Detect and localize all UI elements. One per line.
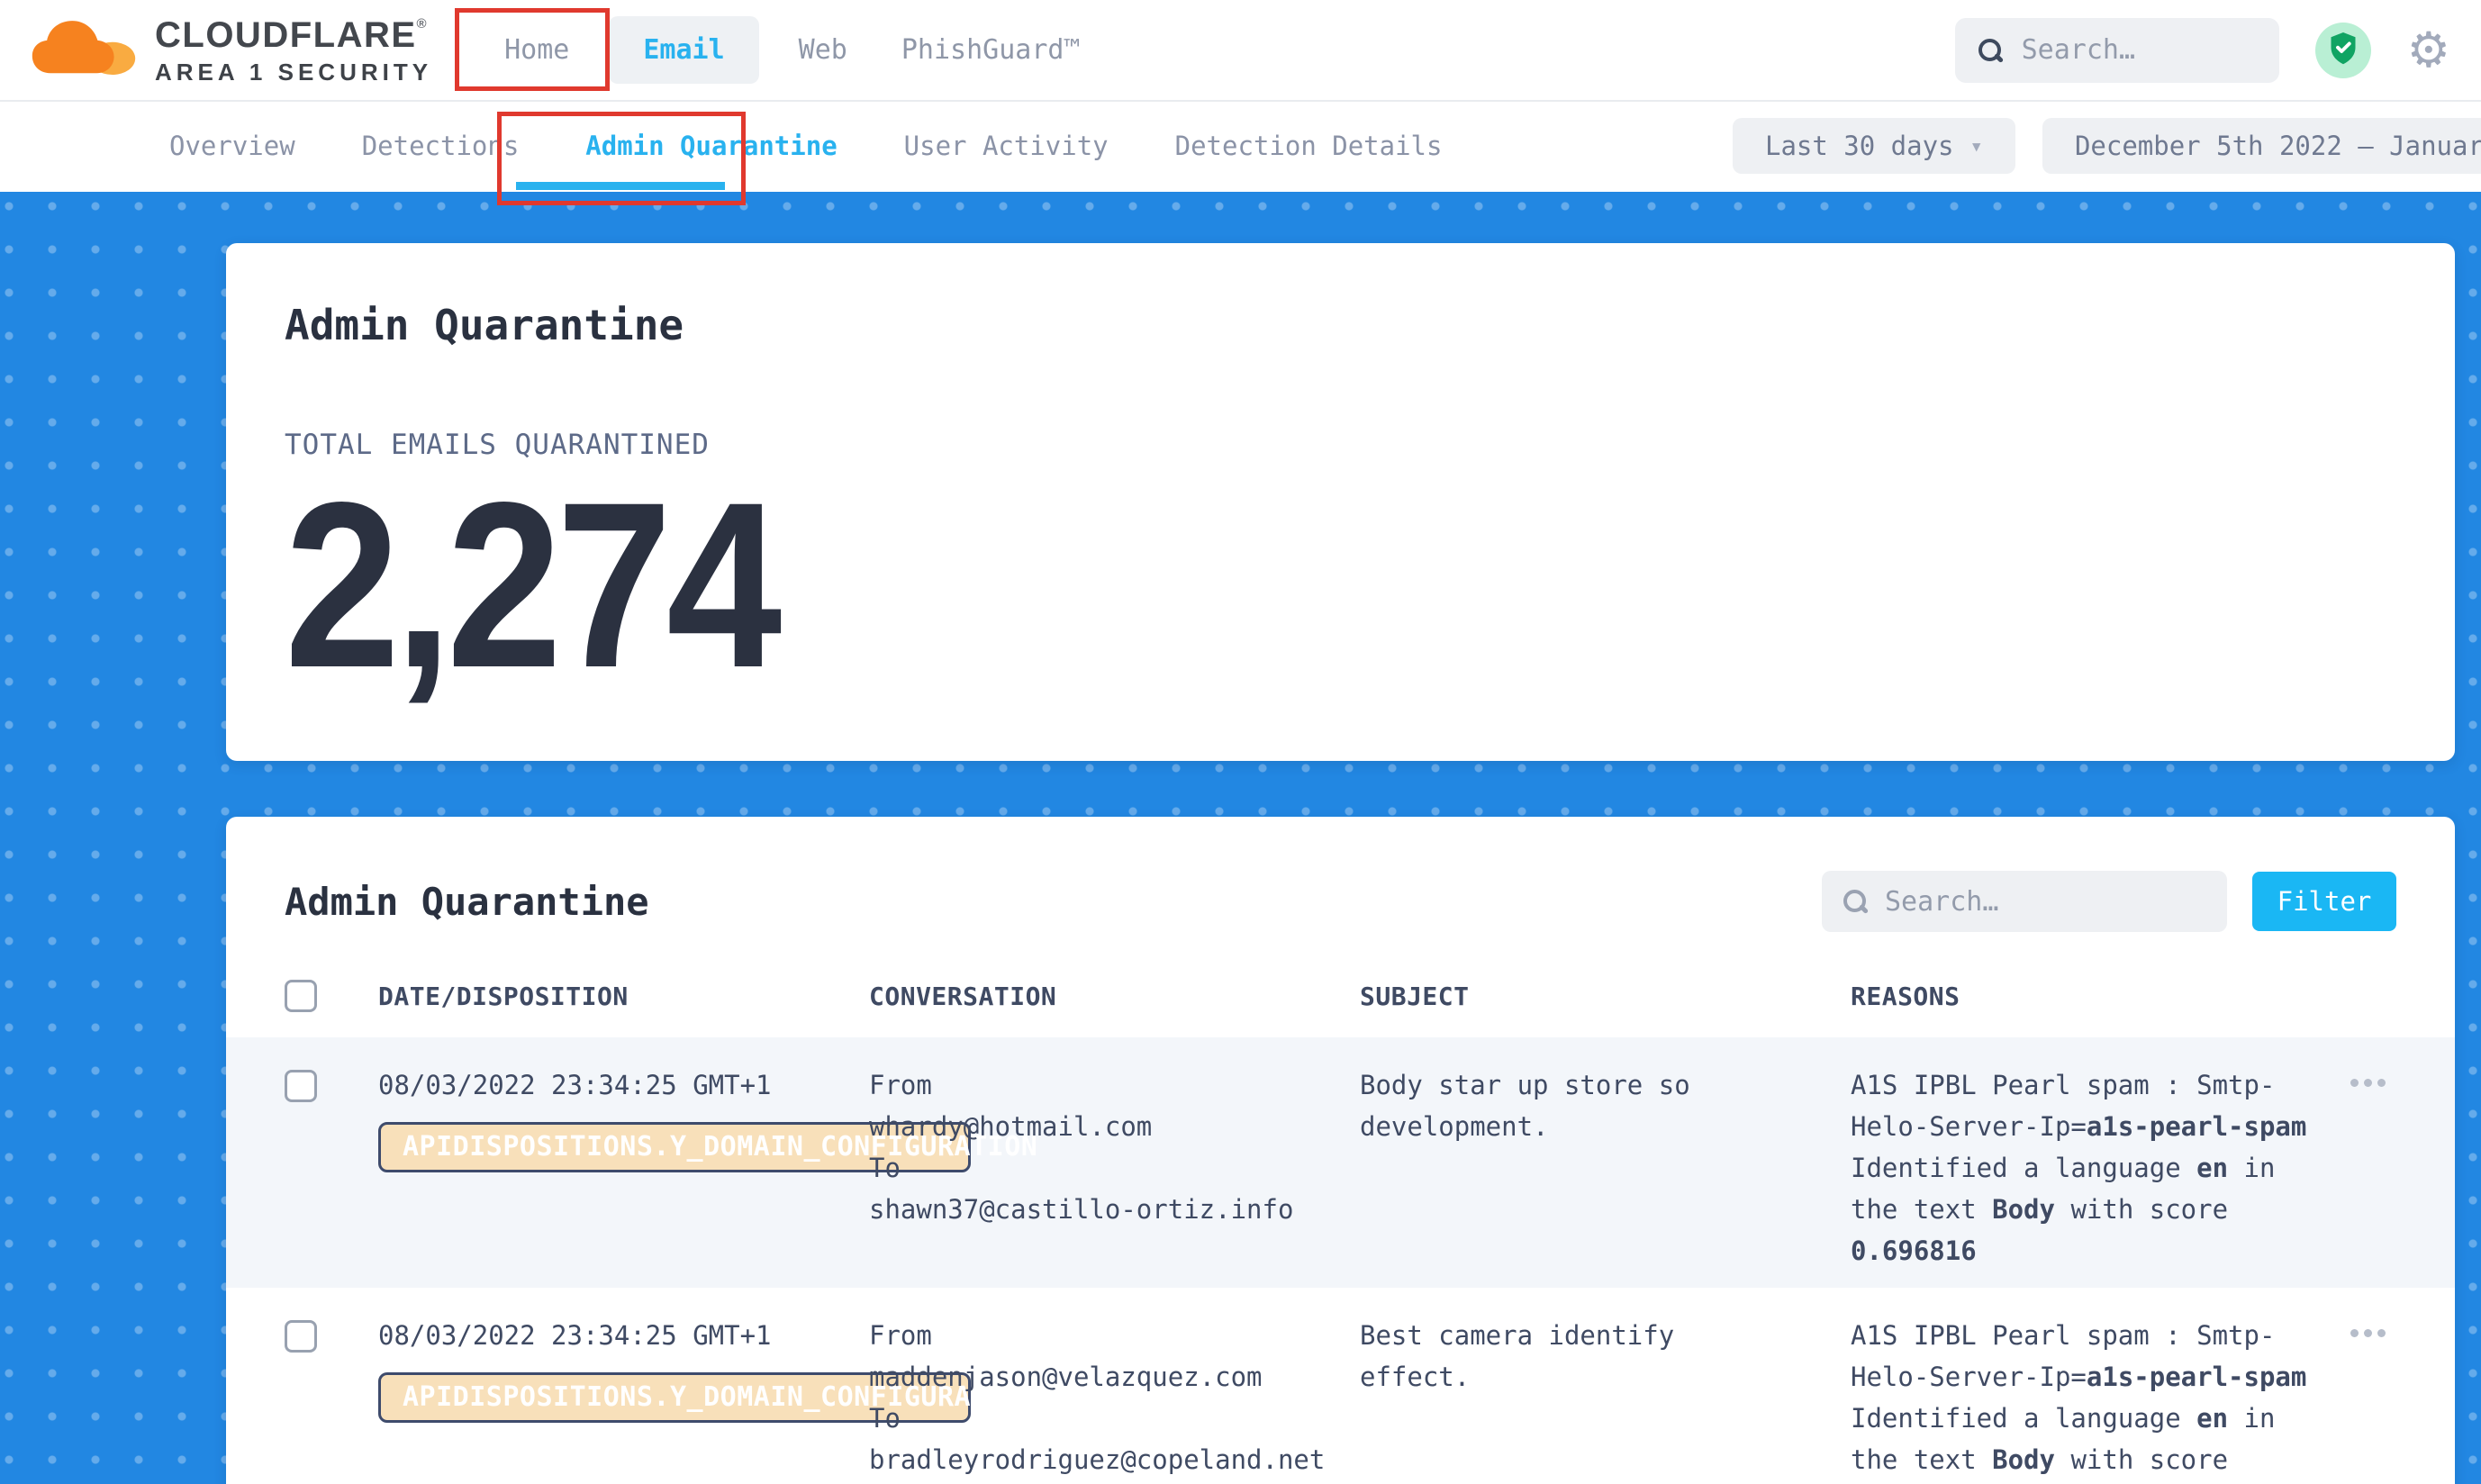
col-header-conversation: CONVERSATION — [869, 982, 1360, 1011]
row-reasons: A1S IPBL Pearl spam : Smtp-Helo-Server-I… — [1851, 1064, 2314, 1271]
table-card-title: Admin Quarantine — [285, 880, 649, 924]
brand-trademark: ® — [417, 16, 429, 32]
table-row: 08/03/2022 23:34:25 GMT+1 APIDISPOSITION… — [226, 1037, 2455, 1288]
settings-gear-icon[interactable]: ⚙ — [2407, 26, 2450, 75]
row-actions-menu-icon[interactable] — [2350, 1329, 2396, 1337]
tab-detection-details[interactable]: Detection Details — [1175, 131, 1443, 161]
from-address[interactable]: whardy@hotmail.com — [869, 1106, 1360, 1147]
email-subnav: Overview Detections Admin Quarantine Use… — [0, 102, 2481, 190]
to-address[interactable]: shawn37@castillo-ortiz.info — [869, 1189, 1360, 1230]
tab-admin-quarantine[interactable]: Admin Quarantine — [585, 131, 837, 161]
active-tab-underline — [516, 182, 725, 190]
total-emails-value: 2,274 — [285, 474, 2143, 698]
nav-item-home[interactable]: Home — [477, 34, 596, 66]
global-search-input[interactable] — [2022, 34, 2256, 66]
nav-item-email[interactable]: Email — [609, 16, 758, 84]
global-search[interactable] — [1955, 18, 2279, 83]
search-icon — [1843, 889, 1867, 914]
row-date: 08/03/2022 23:34:25 GMT+1 — [378, 1064, 869, 1106]
select-all-checkbox[interactable] — [285, 980, 317, 1012]
nav-item-phishguard[interactable]: PhishGuard™ — [874, 34, 1108, 66]
chevron-down-icon: ▾ — [1970, 133, 1983, 158]
quarantine-table-card: Admin Quarantine Filter DATE/DISPOSITION… — [226, 817, 2455, 1484]
row-conversation: From whardy@hotmail.com To shawn37@casti… — [869, 1064, 1360, 1230]
table-row: 08/03/2022 23:34:25 GMT+1 APIDISPOSITION… — [226, 1288, 2455, 1484]
search-icon — [1978, 38, 2002, 63]
row-reasons: A1S IPBL Pearl spam : Smtp-Helo-Server-I… — [1851, 1315, 2314, 1484]
col-header-date: DATE/DISPOSITION — [378, 982, 869, 1011]
table-header-row: DATE/DISPOSITION CONVERSATION SUBJECT RE… — [285, 955, 2396, 1037]
nav-item-web[interactable]: Web — [772, 34, 874, 66]
table-search[interactable] — [1822, 871, 2227, 932]
tab-detections[interactable]: Detections — [362, 131, 520, 161]
to-address[interactable]: bradleyrodriguez@copeland.net — [869, 1439, 1360, 1480]
top-header: CLOUDFLARE® AREA 1 SECURITY Home Email W… — [0, 0, 2481, 102]
shield-check-icon — [2327, 30, 2359, 71]
row-checkbox[interactable] — [285, 1320, 317, 1353]
security-status-badge[interactable] — [2315, 23, 2371, 78]
cloudflare-logo[interactable]: CLOUDFLARE® AREA 1 SECURITY — [31, 15, 432, 86]
row-actions-menu-icon[interactable] — [2350, 1079, 2396, 1087]
tab-user-activity[interactable]: User Activity — [904, 131, 1109, 161]
filter-button[interactable]: Filter — [2252, 872, 2396, 931]
cloudflare-cloud-icon — [31, 15, 137, 86]
stats-card-title: Admin Quarantine — [285, 301, 2396, 349]
quarantine-stats-card: Admin Quarantine TOTAL EMAILS QUARANTINE… — [226, 243, 2455, 761]
date-range-picker[interactable]: December 5th 2022 — January 4th 2023 — [2042, 118, 2481, 174]
row-checkbox[interactable] — [285, 1070, 317, 1102]
time-range-dropdown[interactable]: Last 30 days ▾ — [1733, 118, 2015, 174]
primary-nav: Home Email Web PhishGuard™ — [477, 16, 1107, 84]
table-search-input[interactable] — [1885, 886, 2205, 918]
col-header-subject: SUBJECT — [1360, 982, 1851, 1011]
row-subject: Best camera identify effect. — [1360, 1315, 1851, 1398]
brand-name: CLOUDFLARE® — [155, 17, 432, 53]
from-address[interactable]: maddenjason@velazquez.com — [869, 1356, 1360, 1398]
row-subject: Body star up store so development. — [1360, 1064, 1851, 1147]
tab-overview[interactable]: Overview — [169, 131, 295, 161]
row-conversation: From maddenjason@velazquez.com To bradle… — [869, 1315, 1360, 1480]
row-date: 08/03/2022 23:34:25 GMT+1 — [378, 1315, 869, 1356]
brand-subtitle: AREA 1 SECURITY — [155, 60, 432, 84]
main-content: Admin Quarantine TOTAL EMAILS QUARANTINE… — [0, 192, 2481, 1484]
col-header-reasons: REASONS — [1851, 982, 2314, 1011]
